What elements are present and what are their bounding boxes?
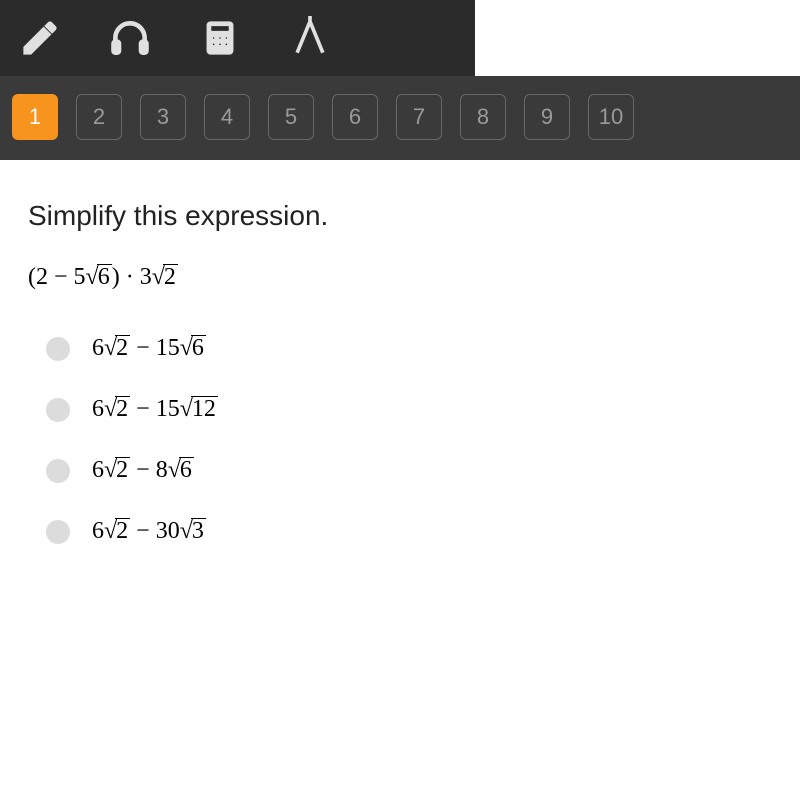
q-num: 3 bbox=[157, 104, 169, 130]
radio-icon bbox=[46, 459, 70, 483]
top-toolbar bbox=[0, 0, 475, 76]
radio-icon bbox=[46, 520, 70, 544]
question-nav: 1 2 3 4 5 6 7 8 9 10 bbox=[0, 76, 800, 160]
headphones-icon[interactable] bbox=[100, 8, 160, 68]
question-prompt: Simplify this expression. bbox=[28, 200, 772, 232]
q-num: 2 bbox=[93, 104, 105, 130]
calculator-icon[interactable] bbox=[190, 8, 250, 68]
answer-option-d[interactable]: 6√2 − 30√3 bbox=[46, 518, 772, 545]
question-content: Simplify this expression. (2 − 5√6) · 3√… bbox=[0, 160, 800, 619]
question-nav-1[interactable]: 1 bbox=[12, 94, 58, 140]
question-nav-3[interactable]: 3 bbox=[140, 94, 186, 140]
answer-option-c[interactable]: 6√2 − 8√6 bbox=[46, 457, 772, 484]
q-num: 9 bbox=[541, 104, 553, 130]
question-nav-6[interactable]: 6 bbox=[332, 94, 378, 140]
radio-icon bbox=[46, 337, 70, 361]
q-num: 1 bbox=[29, 104, 41, 130]
q-num: 6 bbox=[349, 104, 361, 130]
question-nav-9[interactable]: 9 bbox=[524, 94, 570, 140]
q-num: 7 bbox=[413, 104, 425, 130]
option-expression: 6√2 − 15√12 bbox=[92, 396, 218, 423]
answer-option-a[interactable]: 6√2 − 15√6 bbox=[46, 335, 772, 362]
answer-option-b[interactable]: 6√2 − 15√12 bbox=[46, 396, 772, 423]
sqrt-icon: √6 bbox=[86, 264, 112, 291]
q-num: 8 bbox=[477, 104, 489, 130]
question-nav-4[interactable]: 4 bbox=[204, 94, 250, 140]
question-nav-8[interactable]: 8 bbox=[460, 94, 506, 140]
q-num: 4 bbox=[221, 104, 233, 130]
option-expression: 6√2 − 30√3 bbox=[92, 518, 206, 545]
question-nav-5[interactable]: 5 bbox=[268, 94, 314, 140]
option-expression: 6√2 − 15√6 bbox=[92, 335, 206, 362]
question-nav-2[interactable]: 2 bbox=[76, 94, 122, 140]
pencil-icon[interactable] bbox=[10, 8, 70, 68]
question-expression: (2 − 5√6) · 3√2 bbox=[28, 264, 772, 291]
option-expression: 6√2 − 8√6 bbox=[92, 457, 194, 484]
answer-options: 6√2 − 15√6 6√2 − 15√12 6√2 − 8√6 6√2 − 3… bbox=[28, 335, 772, 545]
sqrt-icon: √2 bbox=[152, 264, 178, 291]
compass-icon[interactable] bbox=[280, 8, 340, 68]
question-nav-7[interactable]: 7 bbox=[396, 94, 442, 140]
q-num: 5 bbox=[285, 104, 297, 130]
question-nav-10[interactable]: 10 bbox=[588, 94, 634, 140]
q-num: 10 bbox=[599, 104, 623, 130]
radio-icon bbox=[46, 398, 70, 422]
